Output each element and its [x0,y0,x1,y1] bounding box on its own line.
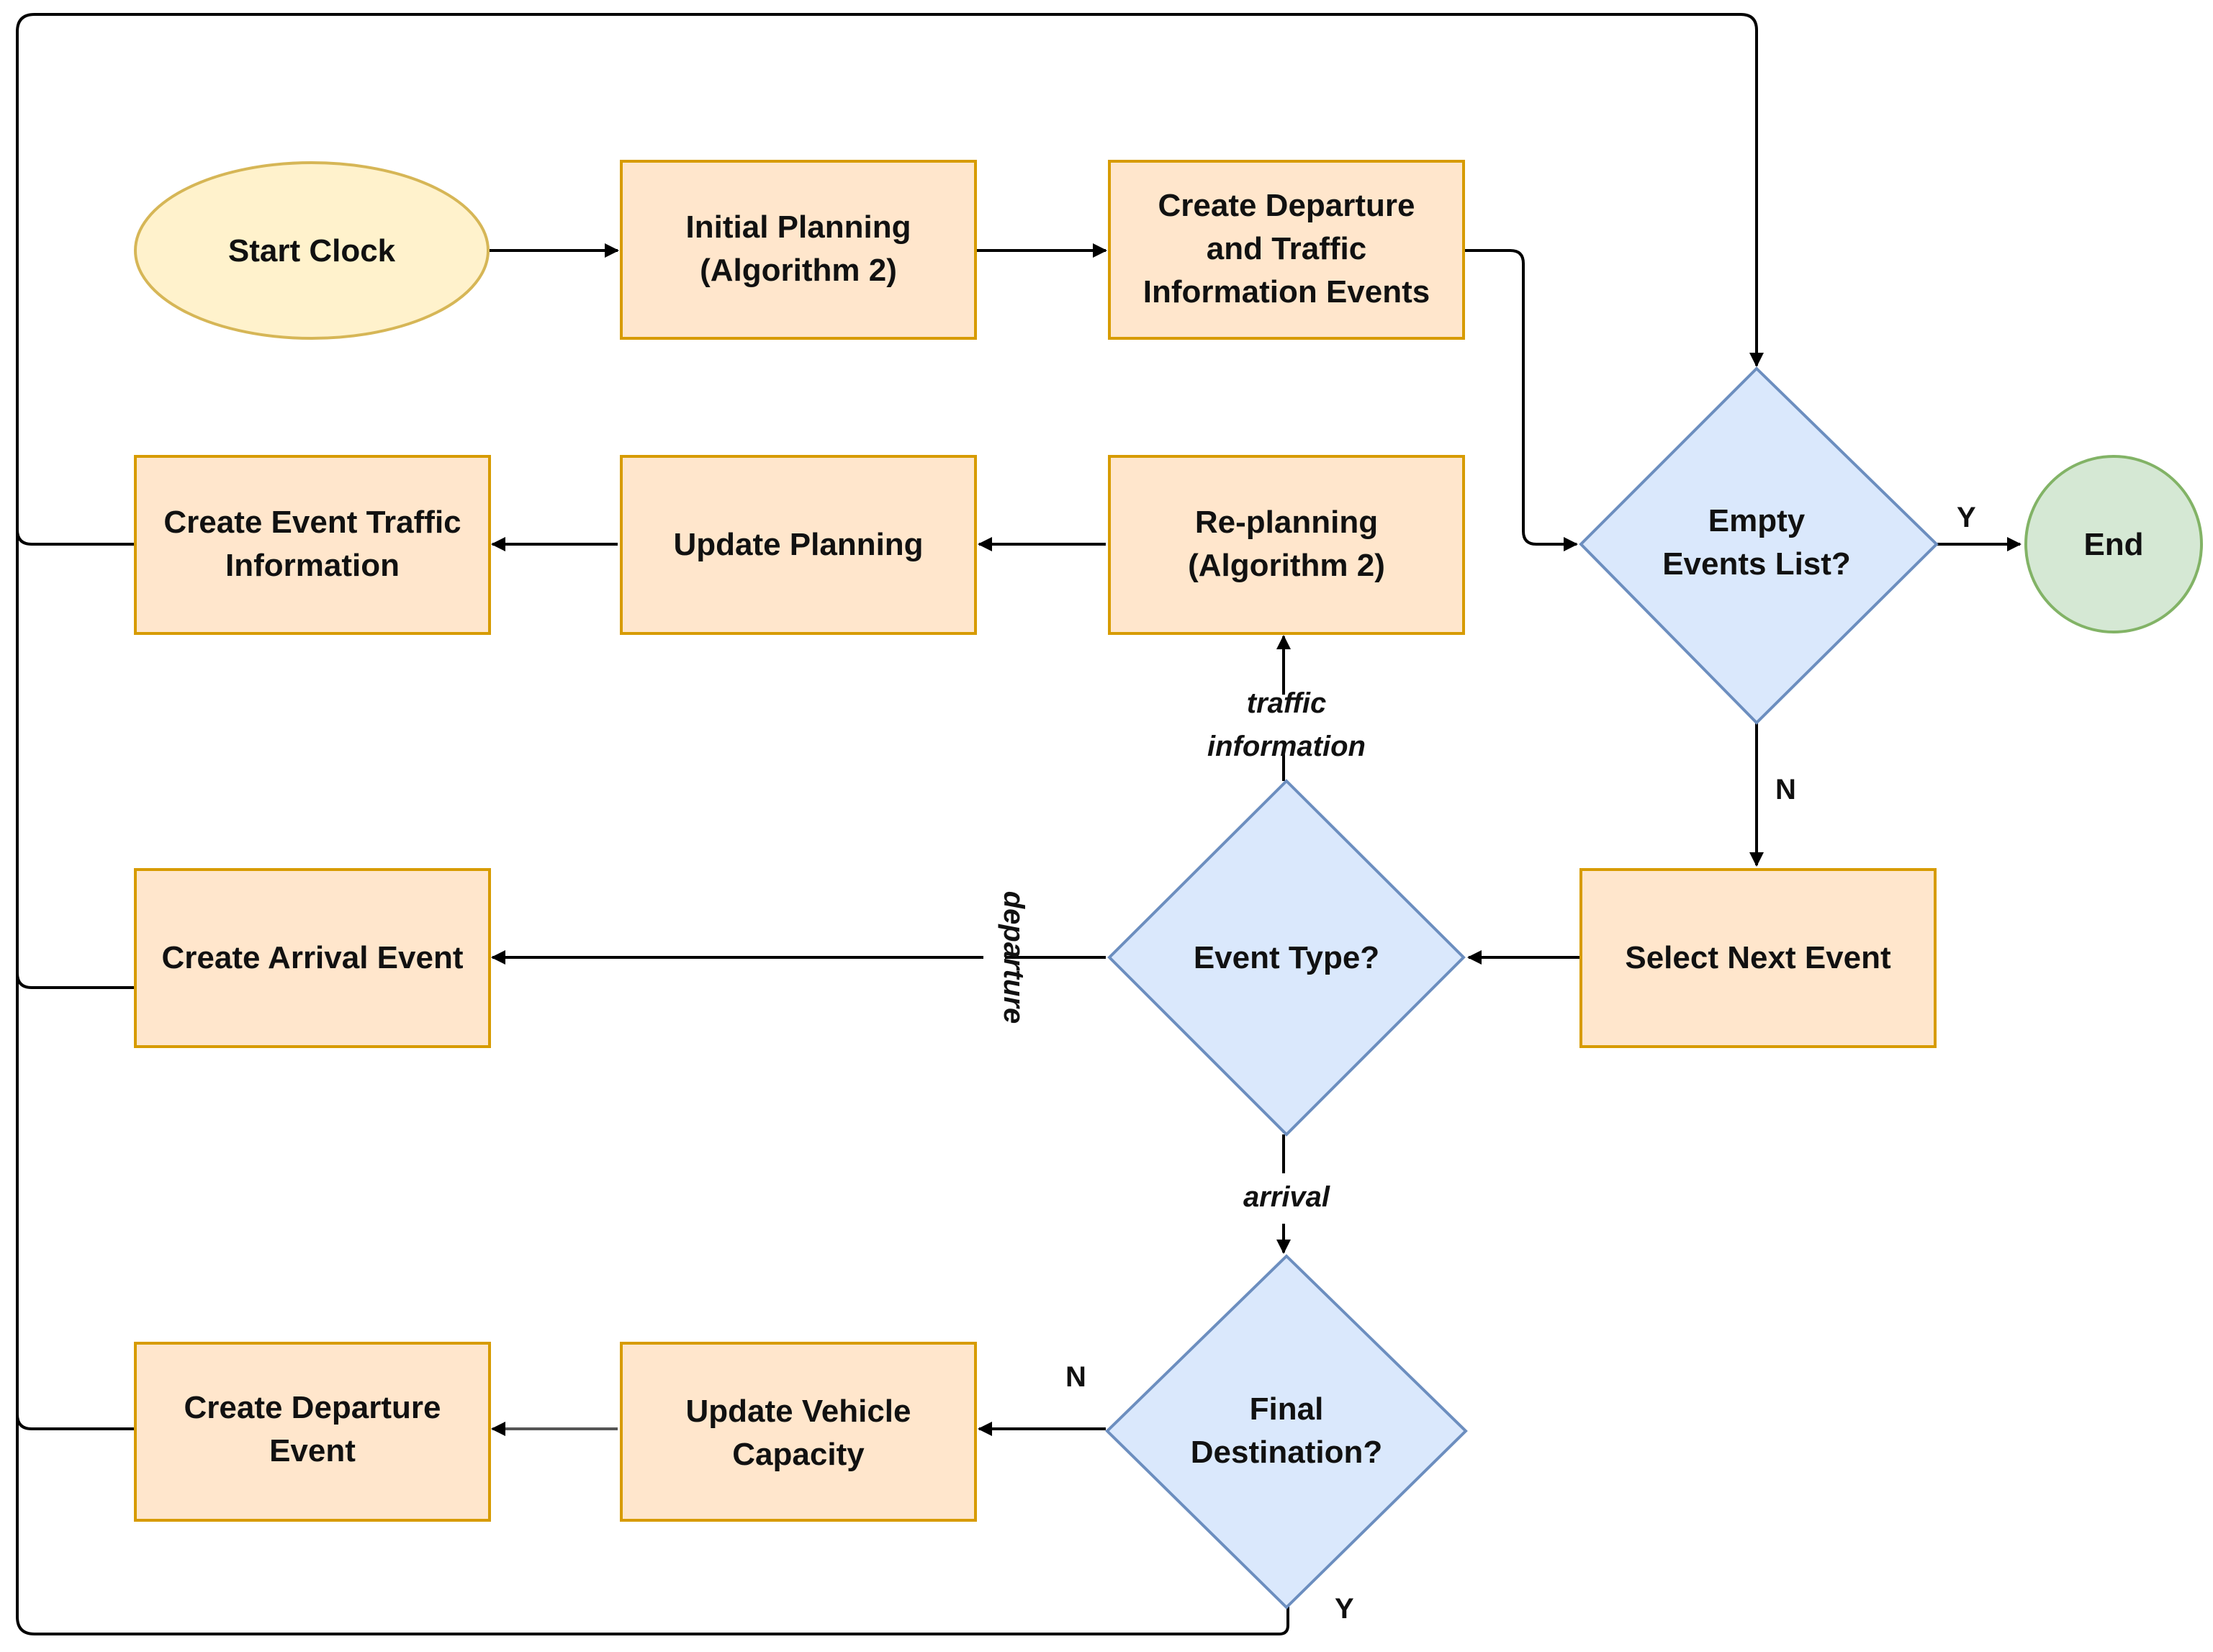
node-create-departure-traffic[interactable]: Create Departure and Traffic Information… [1108,160,1465,340]
select-next-label: Select Next Event [1625,940,1891,975]
initial-planning-label-2: (Algorithm 2) [700,253,897,288]
create-departure-label-2: Event [269,1433,356,1468]
node-replanning[interactable]: Re-planning (Algorithm 2) [1108,455,1465,635]
initial-planning-label-1: Initial Planning [686,209,911,245]
edge-label-empty-no: N [1775,774,1796,805]
edge-label-empty-yes: Y [1957,502,1976,533]
start-label: Start Clock [228,233,396,268]
node-create-event-traffic[interactable]: Create Event Traffic Information [134,455,491,635]
event-type-label: Event Type? [1194,940,1379,975]
node-create-arrival-event[interactable]: Create Arrival Event [134,868,491,1048]
create-departure-traffic-label-1: Create Departure [1158,188,1415,223]
update-planning-label: Update Planning [673,527,923,562]
node-initial-planning[interactable]: Initial Planning (Algorithm 2) [620,160,977,340]
create-event-traffic-label-1: Create Event Traffic [163,505,461,540]
edge-label-arrival: arrival [1243,1181,1330,1213]
node-select-next-event[interactable]: Select Next Event [1579,868,1937,1048]
node-start-clock[interactable]: Start Clock [134,161,490,340]
create-departure-traffic-label-2: and Traffic [1207,231,1367,266]
edge-label-final-no: N [1065,1361,1086,1393]
node-end[interactable]: End [2024,455,2203,633]
empty-events-label-2: Events List? [1662,546,1851,582]
create-departure-label-1: Create Departure [184,1390,441,1425]
node-empty-events-list[interactable]: Empty Events List? [1579,366,1939,725]
end-label: End [2083,527,2143,562]
final-destination-diamond [1105,1254,1468,1610]
final-destination-label-2: Destination? [1191,1435,1382,1470]
edge-label-traffic-1: traffic [1247,687,1326,719]
replanning-box [1108,455,1465,635]
create-departure-traffic-label-3: Information Events [1143,274,1430,310]
update-vehicle-box [620,1342,977,1522]
edge-create-departure-traffic-to-empty-events [1461,249,1578,551]
create-event-traffic-label-2: Information [225,548,400,583]
node-event-type[interactable]: Event Type? [1107,779,1466,1137]
edge-loop-create-arrival [16,972,134,989]
empty-events-diamond [1579,366,1939,725]
node-update-vehicle-capacity[interactable]: Update Vehicle Capacity [620,1342,977,1522]
node-final-destination[interactable]: Final Destination? [1105,1254,1468,1610]
node-update-planning[interactable]: Update Planning [620,455,977,635]
replanning-label-2: (Algorithm 2) [1188,548,1385,583]
edge-label-final-yes: Y [1335,1593,1354,1625]
final-destination-label-1: Final [1250,1391,1324,1427]
edge-label-departure: departure [998,891,1029,1024]
edge-loop-create-departure [16,1414,134,1430]
update-vehicle-label-1: Update Vehicle [685,1394,911,1429]
initial-planning-box [620,160,977,340]
node-create-departure-event[interactable]: Create Departure Event [134,1342,491,1522]
create-arrival-label: Create Arrival Event [161,940,463,975]
replanning-label-1: Re-planning [1195,505,1378,540]
create-departure-box [134,1342,491,1522]
empty-events-label-1: Empty [1708,503,1806,538]
edge-loop-create-event-traffic [16,529,134,546]
edge-label-traffic-2: information [1207,731,1366,762]
update-vehicle-label-2: Capacity [732,1437,865,1472]
flowchart-canvas: Start Clock Initial Planning (Algorithm … [16,13,2203,1635]
create-event-traffic-box [134,455,491,635]
